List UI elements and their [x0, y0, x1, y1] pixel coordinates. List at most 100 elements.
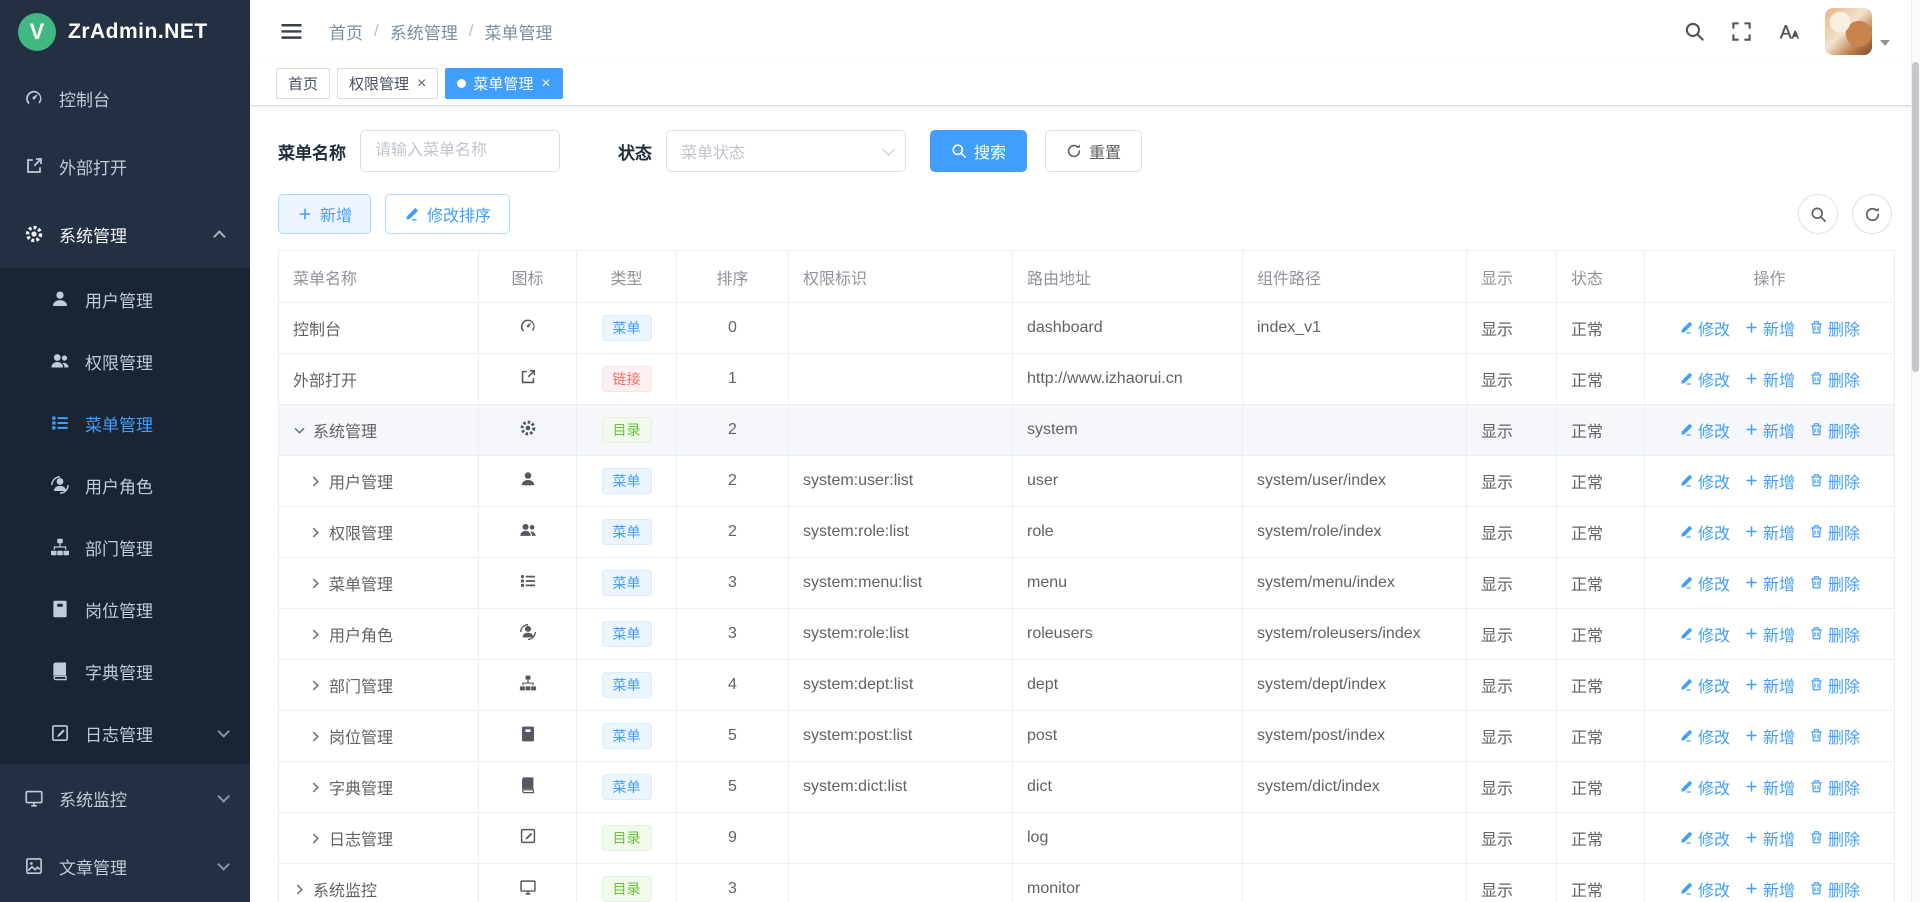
- table-row[interactable]: 权限管理菜单2system:role:listrolesystem/role/i…: [279, 507, 1895, 558]
- add-button[interactable]: 新增: [278, 194, 371, 234]
- edit-link[interactable]: 修改: [1679, 877, 1730, 901]
- add-link[interactable]: 新增: [1744, 571, 1795, 595]
- add-link[interactable]: 新增: [1744, 622, 1795, 646]
- page-scrollbar[interactable]: [1911, 0, 1920, 902]
- sidebar-item-8[interactable]: 岗位管理: [0, 578, 250, 640]
- tab-1[interactable]: 权限管理×: [337, 68, 438, 99]
- tree-expand-icon[interactable]: [309, 730, 322, 743]
- delete-link[interactable]: 删除: [1809, 571, 1860, 595]
- column-header[interactable]: 菜单名称: [279, 251, 479, 303]
- delete-link[interactable]: 删除: [1809, 775, 1860, 799]
- sidebar-item-9[interactable]: 字典管理: [0, 640, 250, 702]
- hamburger-icon[interactable]: [280, 20, 303, 43]
- tree-expand-icon[interactable]: [309, 832, 322, 845]
- logo[interactable]: V ZrAdmin.NET: [0, 0, 250, 64]
- table-row[interactable]: 系统监控目录3monitor显示正常修改新增删除: [279, 864, 1895, 902]
- edit-link[interactable]: 修改: [1679, 571, 1730, 595]
- edit-link[interactable]: 修改: [1679, 622, 1730, 646]
- delete-link[interactable]: 删除: [1809, 469, 1860, 493]
- delete-link[interactable]: 删除: [1809, 877, 1860, 901]
- delete-link[interactable]: 删除: [1809, 826, 1860, 850]
- table-row[interactable]: 系统管理目录2system显示正常修改新增删除: [279, 405, 1895, 456]
- delete-link[interactable]: 删除: [1809, 520, 1860, 544]
- font-size-icon[interactable]: [1778, 21, 1799, 42]
- tree-expand-icon[interactable]: [309, 526, 322, 539]
- table-row[interactable]: 控制台菜单0dashboardindex_v1显示正常修改新增删除: [279, 303, 1895, 354]
- edit-link[interactable]: 修改: [1679, 367, 1730, 391]
- add-link[interactable]: 新增: [1744, 520, 1795, 544]
- tree-expand-icon[interactable]: [309, 475, 322, 488]
- fullscreen-icon[interactable]: [1731, 21, 1752, 42]
- delete-link[interactable]: 删除: [1809, 418, 1860, 442]
- refresh-button[interactable]: [1852, 194, 1892, 234]
- column-header[interactable]: 权限标识: [789, 251, 1013, 303]
- add-link[interactable]: 新增: [1744, 724, 1795, 748]
- table-row[interactable]: 日志管理目录9log显示正常修改新增删除: [279, 813, 1895, 864]
- column-header[interactable]: 排序: [677, 251, 789, 303]
- sidebar-item-12[interactable]: 文章管理: [0, 832, 250, 900]
- sidebar-item-3[interactable]: 用户管理: [0, 268, 250, 330]
- table-row[interactable]: 用户管理菜单2system:user:listusersystem/user/i…: [279, 456, 1895, 507]
- edit-link[interactable]: 修改: [1679, 724, 1730, 748]
- column-header[interactable]: 状态: [1557, 251, 1645, 303]
- add-link[interactable]: 新增: [1744, 826, 1795, 850]
- edit-link[interactable]: 修改: [1679, 316, 1730, 340]
- sidebar-item-1[interactable]: 外部打开: [0, 132, 250, 200]
- add-link[interactable]: 新增: [1744, 367, 1795, 391]
- sidebar-item-10[interactable]: 日志管理: [0, 702, 250, 764]
- delete-link[interactable]: 删除: [1809, 367, 1860, 391]
- delete-link[interactable]: 删除: [1809, 724, 1860, 748]
- column-header[interactable]: 显示: [1467, 251, 1557, 303]
- menu-name-input[interactable]: [360, 130, 560, 172]
- add-link[interactable]: 新增: [1744, 877, 1795, 901]
- user-menu[interactable]: [1825, 8, 1890, 55]
- edit-link[interactable]: 修改: [1679, 418, 1730, 442]
- edit-link[interactable]: 修改: [1679, 673, 1730, 697]
- status-select[interactable]: 菜单状态: [666, 130, 906, 172]
- table-row[interactable]: 菜单管理菜单3system:menu:listmenusystem/menu/i…: [279, 558, 1895, 609]
- column-header[interactable]: 图标: [479, 251, 577, 303]
- tree-expand-icon[interactable]: [309, 628, 322, 641]
- add-link[interactable]: 新增: [1744, 418, 1795, 442]
- table-row[interactable]: 字典管理菜单5system:dict:listdictsystem/dict/i…: [279, 762, 1895, 813]
- reset-button[interactable]: 重置: [1045, 130, 1142, 172]
- delete-link[interactable]: 删除: [1809, 316, 1860, 340]
- tree-expand-icon[interactable]: [293, 883, 306, 896]
- breadcrumb-item[interactable]: 系统管理: [390, 19, 458, 44]
- search-icon[interactable]: [1684, 21, 1705, 42]
- search-button[interactable]: 搜索: [930, 130, 1027, 172]
- scrollbar-thumb[interactable]: [1912, 62, 1919, 372]
- add-link[interactable]: 新增: [1744, 469, 1795, 493]
- sidebar-item-4[interactable]: 权限管理: [0, 330, 250, 392]
- breadcrumb-item[interactable]: 菜单管理: [484, 19, 552, 44]
- avatar[interactable]: [1825, 8, 1872, 55]
- table-row[interactable]: 用户角色菜单3system:role:listroleuserssystem/r…: [279, 609, 1895, 660]
- tab-2[interactable]: 菜单管理×: [445, 68, 562, 99]
- add-link[interactable]: 新增: [1744, 316, 1795, 340]
- add-link[interactable]: 新增: [1744, 673, 1795, 697]
- show-search-button[interactable]: [1798, 194, 1838, 234]
- breadcrumb-item[interactable]: 首页: [329, 19, 363, 44]
- add-link[interactable]: 新增: [1744, 775, 1795, 799]
- tab-0[interactable]: 首页: [276, 68, 330, 99]
- delete-link[interactable]: 删除: [1809, 673, 1860, 697]
- edit-link[interactable]: 修改: [1679, 520, 1730, 544]
- sidebar-item-2[interactable]: 系统管理: [0, 200, 250, 268]
- column-header[interactable]: 组件路径: [1243, 251, 1467, 303]
- tree-expand-icon[interactable]: [293, 424, 306, 437]
- edit-link[interactable]: 修改: [1679, 826, 1730, 850]
- column-header[interactable]: 类型: [577, 251, 677, 303]
- sidebar-item-0[interactable]: 控制台: [0, 64, 250, 132]
- tree-expand-icon[interactable]: [309, 577, 322, 590]
- column-header[interactable]: 路由地址: [1013, 251, 1243, 303]
- sidebar-item-6[interactable]: 用户角色: [0, 454, 250, 516]
- table-row[interactable]: 外部打开链接1http://www.izhaorui.cn显示正常修改新增删除: [279, 354, 1895, 405]
- table-row[interactable]: 岗位管理菜单5system:post:listpostsystem/post/i…: [279, 711, 1895, 762]
- column-header[interactable]: 操作: [1645, 251, 1895, 303]
- sidebar-item-7[interactable]: 部门管理: [0, 516, 250, 578]
- edit-link[interactable]: 修改: [1679, 469, 1730, 493]
- edit-sort-button[interactable]: 修改排序: [385, 194, 510, 234]
- tree-expand-icon[interactable]: [309, 679, 322, 692]
- tree-expand-icon[interactable]: [309, 781, 322, 794]
- edit-link[interactable]: 修改: [1679, 775, 1730, 799]
